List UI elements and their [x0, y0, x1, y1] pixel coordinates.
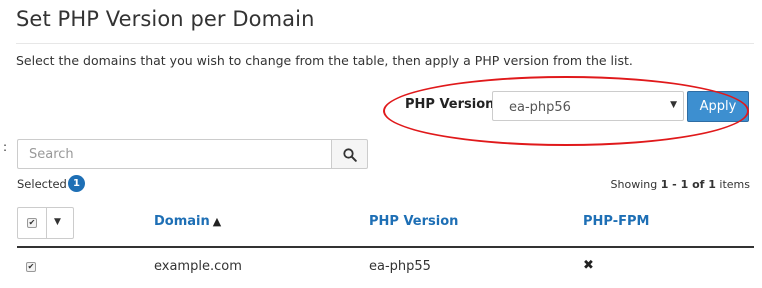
pagination-summary: Showing 1 - 1 of 1 items [611, 178, 750, 191]
cell-php-version: ea-php55 [369, 259, 431, 274]
pagination-range: 1 - 1 of 1 [660, 178, 716, 191]
php-version-selected-value: ea-php56 [509, 100, 571, 115]
search-button[interactable] [331, 139, 368, 169]
select-all-checkbox[interactable]: ✔ [27, 218, 37, 228]
bulk-select-divider [46, 208, 47, 238]
chevron-down-icon: ▼ [670, 100, 677, 110]
column-header-domain[interactable]: Domain ▲ [154, 214, 221, 229]
search-icon [343, 148, 357, 162]
chevron-down-icon[interactable]: ▼ [54, 217, 61, 227]
apply-button[interactable]: Apply [687, 91, 749, 122]
row-checkbox[interactable]: ✔ [26, 262, 36, 272]
selected-count-badge: 1 [68, 175, 85, 192]
sort-ascending-icon: ▲ [212, 215, 222, 228]
bulk-select-dropdown[interactable]: ✔ ▼ [17, 207, 74, 239]
cross-icon: ✖ [583, 258, 594, 273]
column-header-php-version[interactable]: PHP Version [369, 214, 458, 229]
selected-label: Selected [17, 177, 67, 191]
page-title: Set PHP Version per Domain [16, 7, 315, 31]
side-mark: : [3, 140, 8, 154]
table-header-rule [17, 246, 754, 248]
pagination-prefix: Showing [610, 178, 661, 191]
php-version-select[interactable]: ea-php56 ▼ [492, 91, 684, 121]
title-divider [16, 43, 754, 44]
page-description: Select the domains that you wish to chan… [16, 53, 633, 68]
php-version-label: PHP Version [405, 97, 495, 112]
pagination-suffix: items [715, 178, 750, 191]
column-header-domain-label: Domain [154, 214, 210, 229]
search-input[interactable] [17, 139, 332, 169]
cell-domain: example.com [154, 259, 242, 274]
column-header-php-fpm[interactable]: PHP-FPM [583, 214, 649, 229]
